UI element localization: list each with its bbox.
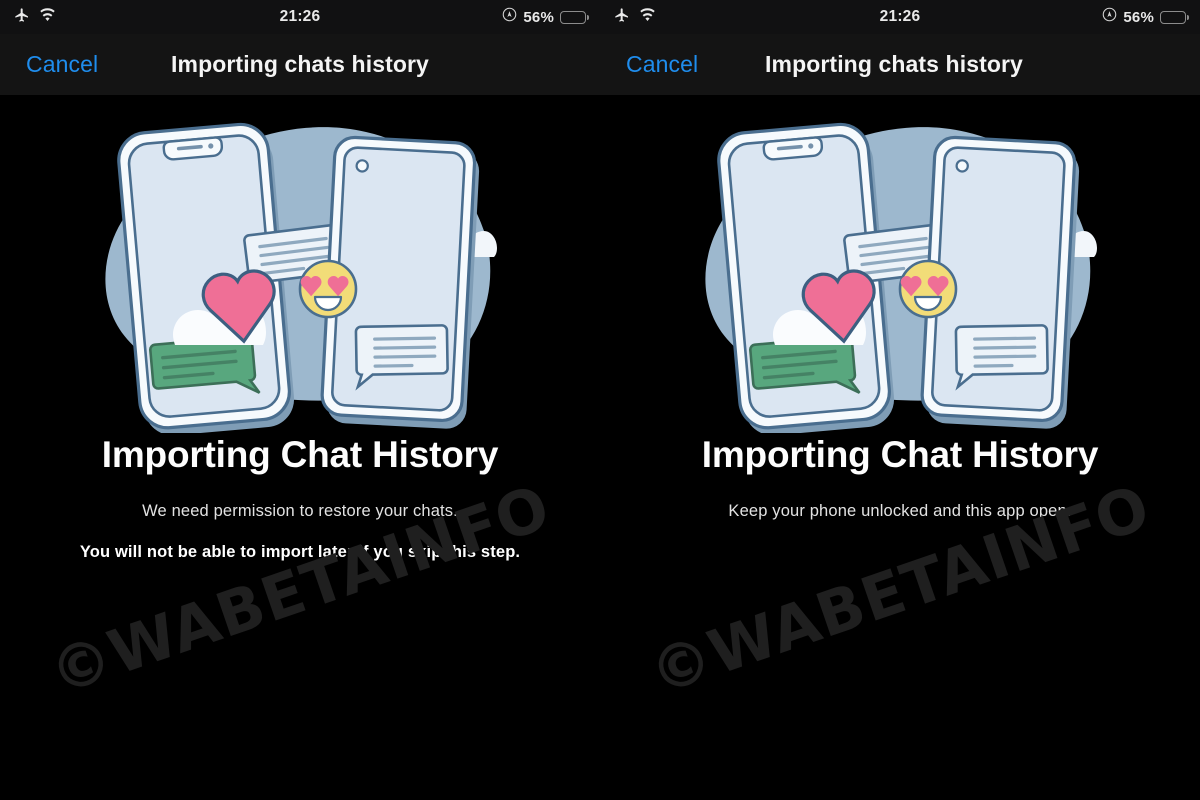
screen-body: Importing Chat History Keep your phone u… (600, 95, 1200, 800)
battery-icon (560, 10, 589, 24)
battery-percent-label: 56% (1123, 8, 1154, 26)
cancel-button[interactable]: Cancel (626, 51, 698, 78)
two-phones-transfer-illustration (60, 103, 540, 433)
status-bar: 21:26 56% (0, 0, 600, 34)
screen-body: Importing Chat History We need permissio… (0, 95, 600, 800)
status-bar: 21:26 56% (600, 0, 1200, 34)
airplane-icon (14, 7, 30, 28)
screen-text-block: Importing Chat History We need permissio… (0, 434, 600, 562)
location-arrow-icon (502, 7, 517, 27)
nav-bar: Cancel Importing chats history (0, 34, 600, 95)
status-bar-right-icons: 56% (1102, 7, 1189, 27)
page-title: Importing Chat History (701, 434, 1099, 475)
screen-text-block: Importing Chat History Keep your phone u… (600, 434, 1200, 543)
page-warning: You will not be able to import later if … (79, 542, 521, 561)
location-arrow-icon (1102, 7, 1117, 27)
nav-bar: Cancel Importing chats history (600, 34, 1200, 95)
wifi-icon (639, 7, 656, 27)
dual-screenshot-comparison: 21:26 56% Cancel Importing chats history (0, 0, 1200, 800)
heart-eyes-emoji-icon (898, 259, 958, 319)
page-subtitle: Keep your phone unlocked and this app op… (728, 501, 1072, 520)
wifi-icon (39, 7, 56, 27)
status-bar-left-icons (14, 7, 56, 28)
panel-progress-screen: 21:26 56% Cancel Importing chats history (600, 0, 1200, 800)
heart-eyes-emoji-icon (298, 259, 358, 319)
battery-percent-label: 56% (523, 8, 554, 26)
status-bar-right-icons: 56% (502, 7, 589, 27)
page-subtitle: We need permission to restore your chats… (142, 501, 458, 520)
panel-permission-screen: 21:26 56% Cancel Importing chats history (0, 0, 600, 800)
cancel-button[interactable]: Cancel (26, 51, 98, 78)
airplane-icon (614, 7, 630, 28)
battery-icon (1160, 10, 1189, 24)
page-title: Importing Chat History (101, 434, 499, 475)
two-phones-transfer-illustration (660, 103, 1140, 433)
status-bar-left-icons (614, 7, 656, 28)
